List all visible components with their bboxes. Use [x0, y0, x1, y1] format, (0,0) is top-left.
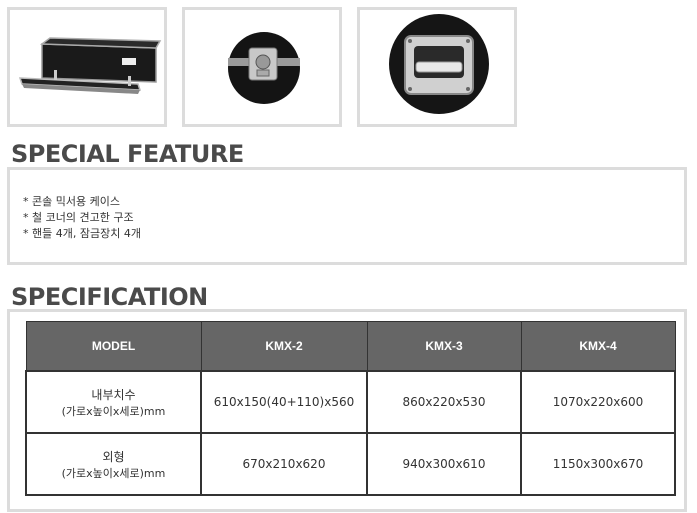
specification-box: MODEL KMX-2 KMX-3 KMX-4 내부치수 (가로x높이x세로)m… — [7, 309, 687, 512]
row-label-text: 외형 — [102, 449, 125, 464]
feature-list: * 콘솔 믹서용 케이스 * 철 코너의 견고한 구조 * 핸들 4개, 잠금장… — [10, 170, 684, 242]
table-row: 외형 (가로x높이x세로)mm 670x210x620 940x300x610 … — [25, 432, 676, 496]
feature-item: * 철 코너의 견고한 구조 — [23, 211, 134, 224]
table-cell: 940x300x610 — [366, 432, 522, 496]
header-model: MODEL — [25, 321, 202, 372]
feature-item: * 핸들 4개, 잠금장치 4개 — [23, 227, 141, 240]
special-feature-title: SPECIAL FEATURE — [11, 140, 244, 168]
table-row: 내부치수 (가로x높이x세로)mm 610x150(40+110)x560 86… — [25, 370, 676, 434]
row-label-unit: (가로x높이x세로)mm — [61, 466, 166, 480]
thumbnail-flight-case[interactable] — [7, 7, 167, 127]
row-label-unit: (가로x높이x세로)mm — [61, 404, 166, 418]
row-label: 내부치수 (가로x높이x세로)mm — [25, 370, 202, 434]
spec-header-row: MODEL KMX-2 KMX-3 KMX-4 — [25, 321, 676, 372]
row-label: 외형 (가로x높이x세로)mm — [25, 432, 202, 496]
table-cell: 670x210x620 — [200, 432, 368, 496]
header-kmx-3: KMX-3 — [366, 321, 522, 372]
table-cell: 1150x300x670 — [520, 432, 676, 496]
row-label-text: 내부치수 — [91, 387, 136, 402]
thumbnail-latch[interactable] — [182, 7, 342, 127]
spec-table: MODEL KMX-2 KMX-3 KMX-4 내부치수 (가로x높이x세로)m… — [25, 321, 676, 496]
flight-case-mixer-photo — [10, 10, 164, 124]
case-handle-photo — [360, 10, 514, 124]
thumbnail-handle[interactable] — [357, 7, 517, 127]
special-feature-box: * 콘솔 믹서용 케이스 * 철 코너의 견고한 구조 * 핸들 4개, 잠금장… — [7, 167, 687, 265]
case-latch-photo — [185, 10, 339, 124]
specification-title: SPECIFICATION — [11, 283, 208, 311]
header-kmx-2: KMX-2 — [200, 321, 368, 372]
table-cell: 1070x220x600 — [520, 370, 676, 434]
header-kmx-4: KMX-4 — [520, 321, 676, 372]
feature-item: * 콘솔 믹서용 케이스 — [23, 195, 120, 208]
table-cell: 610x150(40+110)x560 — [200, 370, 368, 434]
table-cell: 860x220x530 — [366, 370, 522, 434]
